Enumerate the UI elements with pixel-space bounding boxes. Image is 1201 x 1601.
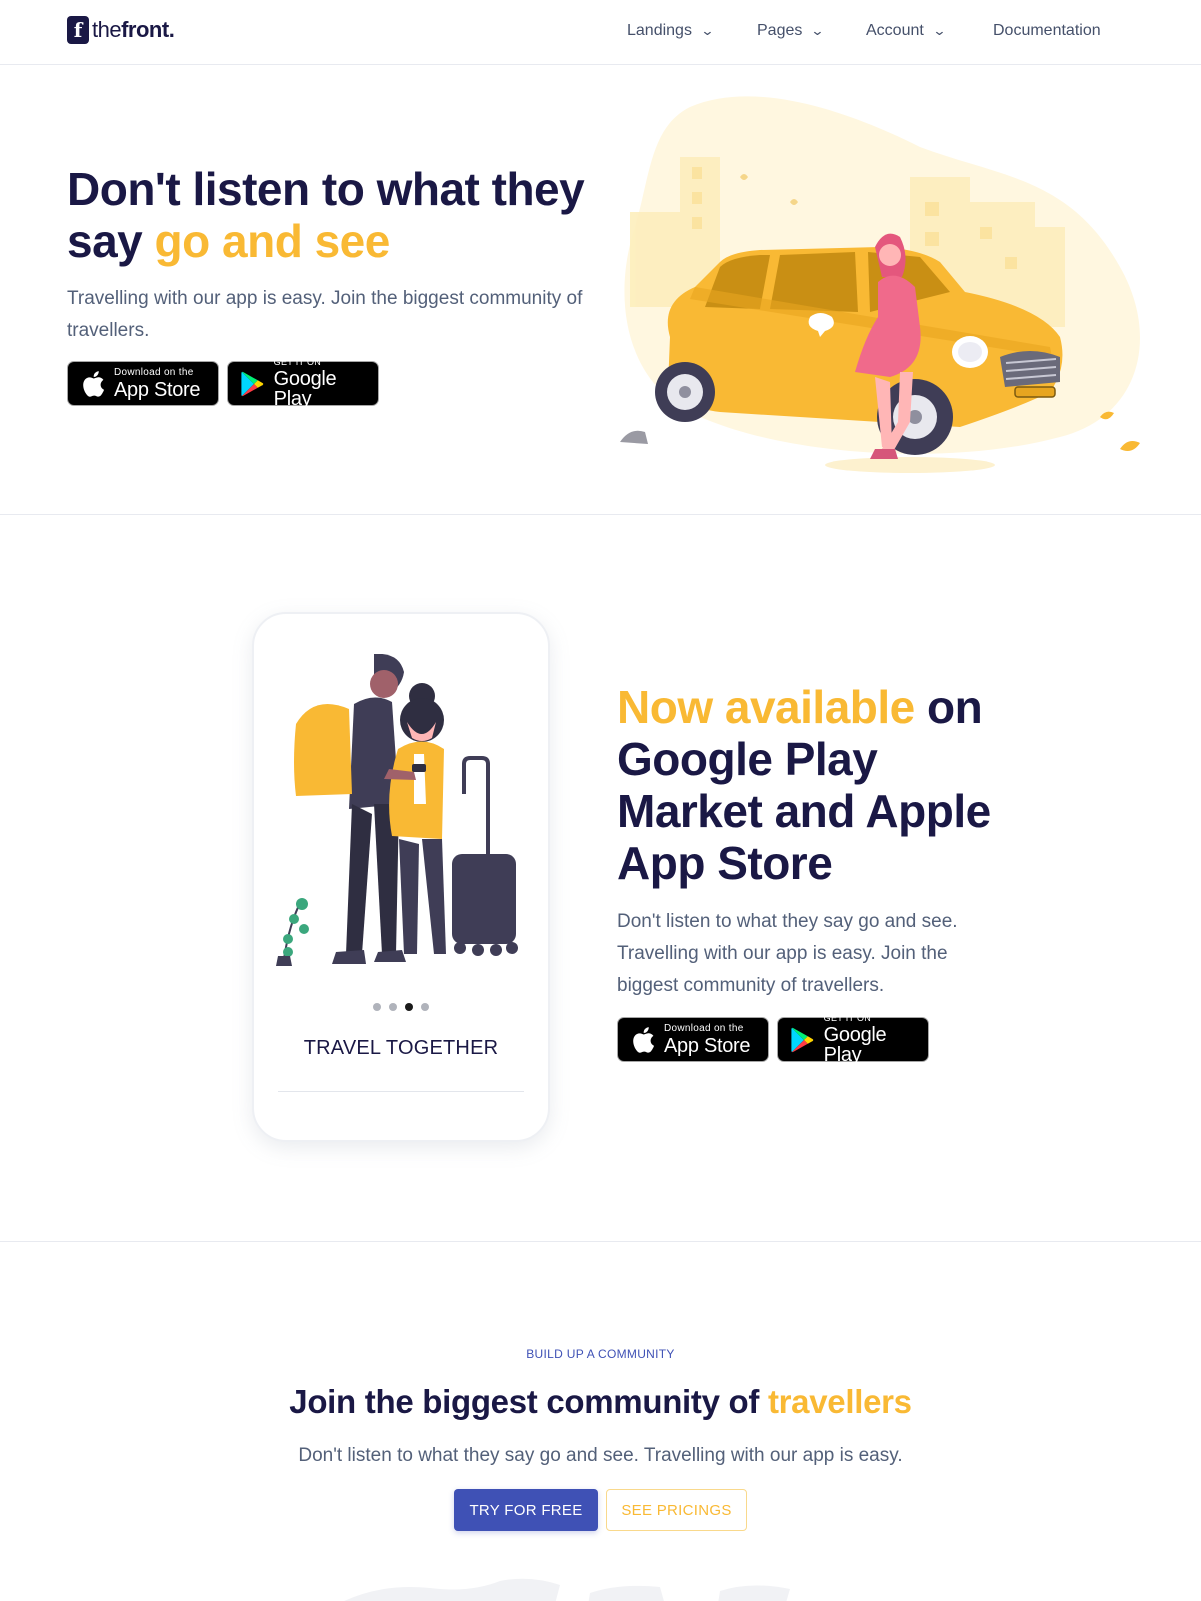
nav-item-documentation[interactable]: Documentation xyxy=(993,22,1101,40)
world-map-illustration xyxy=(344,1578,790,1601)
community-title: Join the biggest community of travellers xyxy=(289,1383,912,1420)
app-showcase-section: TRAVEL TOGETHER Now available on Google … xyxy=(0,515,1201,1242)
section-eyebrow: BUILD UP A COMMUNITY xyxy=(526,1347,675,1361)
nav-item-pages[interactable]: Pages ⌄ xyxy=(757,22,825,40)
google-play-button[interactable]: GET IT ON Google Play xyxy=(777,1013,929,1066)
google-play-label: GET IT ON Google Play xyxy=(823,1013,887,1066)
phone-mockup: TRAVEL TOGETHER xyxy=(252,612,550,1142)
showcase-title: Now available on Google Play Market and … xyxy=(617,681,991,889)
nav-item-label: Landings xyxy=(627,22,692,39)
logo-wordmark: thefront. xyxy=(92,17,175,42)
nav-item-label: Pages xyxy=(757,22,803,39)
nav-item-label: Documentation xyxy=(993,22,1101,39)
app-store-label: Download on the App Store xyxy=(664,1022,751,1057)
logo-mark-icon: f xyxy=(67,16,89,44)
carousel-dot[interactable] xyxy=(421,1003,429,1011)
travel-couple-illustration xyxy=(276,654,518,966)
hero-subtitle: Travelling with our app is easy. Join th… xyxy=(67,288,583,341)
carousel-dots xyxy=(254,1003,548,1011)
see-pricings-button[interactable]: SEE PRICINGS xyxy=(606,1489,747,1531)
phone-caption: TRAVEL TOGETHER xyxy=(303,1037,499,1059)
community-subtitle: Don't listen to what they say go and see… xyxy=(298,1445,903,1466)
nav-item-landings[interactable]: Landings ⌄ xyxy=(627,22,715,40)
google-play-icon xyxy=(790,1025,816,1055)
carousel-dot[interactable] xyxy=(389,1003,397,1011)
google-play-button[interactable]: GET IT ON Google Play xyxy=(227,357,379,410)
google-play-icon xyxy=(240,369,266,399)
chevron-down-icon: ⌄ xyxy=(810,23,825,38)
site-header: f thefront. Landings ⌄ Pages ⌄ Account ⌄… xyxy=(0,0,1201,65)
chevron-down-icon: ⌄ xyxy=(932,23,947,38)
nav-item-account[interactable]: Account ⌄ xyxy=(866,22,947,40)
app-store-button[interactable]: Download on the App Store xyxy=(67,361,219,406)
apple-icon xyxy=(80,369,106,399)
try-for-free-button[interactable]: TRY FOR FREE xyxy=(454,1489,598,1531)
hero-illustration xyxy=(620,96,1140,473)
carousel-dot-active[interactable] xyxy=(405,1003,413,1011)
hero-title: Don't listen to what they say go and see xyxy=(67,163,585,267)
app-store-button[interactable]: Download on the App Store xyxy=(617,1017,769,1062)
divider xyxy=(278,1091,524,1092)
nav-item-label: Account xyxy=(866,22,924,39)
apple-icon xyxy=(630,1025,656,1055)
brand-logo[interactable]: f thefront. xyxy=(67,16,175,44)
showcase-subtitle: Don't listen to what they say go and see… xyxy=(617,911,958,996)
community-section: BUILD UP A COMMUNITY Join the biggest co… xyxy=(0,1243,1201,1601)
carousel-dot[interactable] xyxy=(373,1003,381,1011)
google-play-label: GET IT ON Google Play xyxy=(273,357,337,410)
app-store-label: Download on the App Store xyxy=(114,366,201,401)
hero-section: Don't listen to what they say go and see… xyxy=(0,65,1201,515)
chevron-down-icon: ⌄ xyxy=(700,23,715,38)
